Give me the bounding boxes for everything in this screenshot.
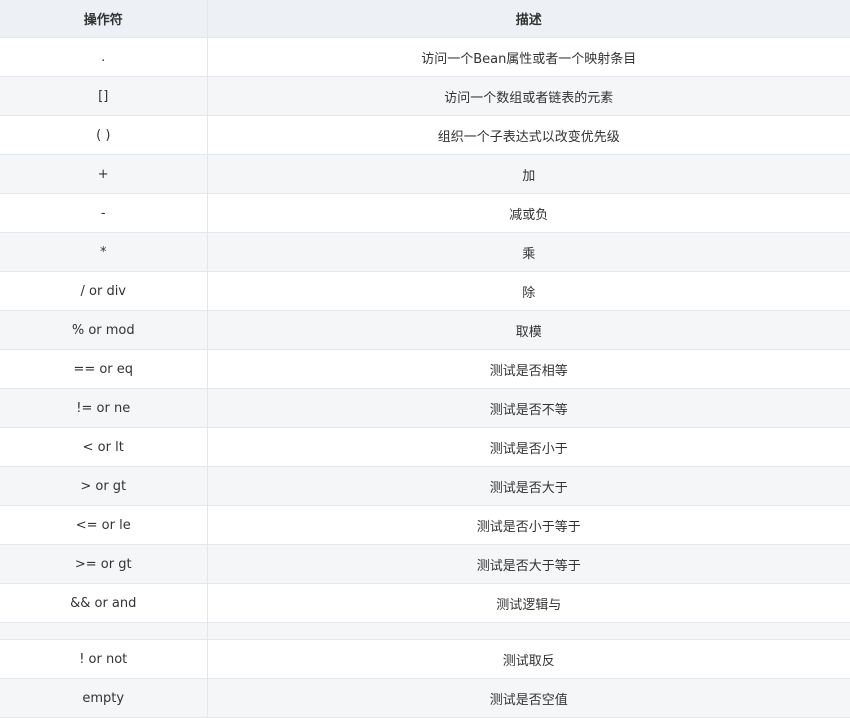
- operator-cell: +: [0, 154, 208, 194]
- table-row: && or and 测试逻辑与: [0, 583, 850, 623]
- table-row: < or lt 测试是否小于: [0, 427, 850, 467]
- description-cell: 加: [206, 154, 850, 194]
- description-cell: 测试是否大于: [206, 466, 850, 506]
- table-row: ! or not 测试取反: [0, 639, 850, 679]
- operator-cell: != or ne: [0, 388, 208, 428]
- operator-cell: % or mod: [0, 310, 208, 350]
- table-row: + 加: [0, 154, 850, 194]
- operator-cell: <= or le: [0, 505, 208, 545]
- table-row: empty 测试是否空值: [0, 678, 850, 718]
- table-header-row: 操作符 描述: [0, 0, 850, 38]
- operator-cell: empty: [0, 678, 208, 718]
- description-cell: 乘: [206, 232, 850, 272]
- table-row: == or eq 测试是否相等: [0, 349, 850, 389]
- description-cell: 测试是否小于: [206, 427, 850, 467]
- operator-cell: ! or not: [0, 639, 208, 679]
- description-cell: 测试是否空值: [206, 678, 850, 718]
- description-cell: 访问一个Bean属性或者一个映射条目: [206, 37, 850, 77]
- operator-cell: *: [0, 232, 208, 272]
- header-operator: 操作符: [0, 0, 208, 38]
- table-row: * 乘: [0, 232, 850, 272]
- table-row: - 减或负: [0, 193, 850, 233]
- table-row: / or div 除: [0, 271, 850, 311]
- table-row: % or mod 取模: [0, 310, 850, 350]
- header-description: 描述: [206, 0, 850, 38]
- description-cell: 测试是否小于等于: [206, 505, 850, 545]
- operator-table: 操作符 描述 . 访问一个Bean属性或者一个映射条目 [] 访问一个数组或者链…: [0, 0, 850, 718]
- operator-cell: && or and: [0, 583, 208, 623]
- table-row: > or gt 测试是否大于: [0, 466, 850, 506]
- operator-cell: == or eq: [0, 349, 208, 389]
- description-cell: [206, 622, 850, 640]
- description-cell: 除: [206, 271, 850, 311]
- empty-table-row: [0, 622, 850, 640]
- description-cell: 组织一个子表达式以改变优先级: [206, 115, 850, 155]
- description-cell: 访问一个数组或者链表的元素: [206, 76, 850, 116]
- table-row: . 访问一个Bean属性或者一个映射条目: [0, 37, 850, 77]
- description-cell: 减或负: [206, 193, 850, 233]
- operator-cell: > or gt: [0, 466, 208, 506]
- description-cell: 测试是否大于等于: [206, 544, 850, 584]
- operator-cell: / or div: [0, 271, 208, 311]
- operator-cell: ( ): [0, 115, 208, 155]
- description-cell: 取模: [206, 310, 850, 350]
- table-row: [] 访问一个数组或者链表的元素: [0, 76, 850, 116]
- operator-cell: [0, 622, 208, 640]
- table-row: <= or le 测试是否小于等于: [0, 505, 850, 545]
- description-cell: 测试是否不等: [206, 388, 850, 428]
- description-cell: 测试逻辑与: [206, 583, 850, 623]
- table-row: >= or gt 测试是否大于等于: [0, 544, 850, 584]
- operator-cell: < or lt: [0, 427, 208, 467]
- table-row: != or ne 测试是否不等: [0, 388, 850, 428]
- description-cell: 测试是否相等: [206, 349, 850, 389]
- operator-cell: []: [0, 76, 208, 116]
- operator-cell: >= or gt: [0, 544, 208, 584]
- description-cell: 测试取反: [206, 639, 850, 679]
- operator-cell: .: [0, 37, 208, 77]
- table-row: ( ) 组织一个子表达式以改变优先级: [0, 115, 850, 155]
- operator-cell: -: [0, 193, 208, 233]
